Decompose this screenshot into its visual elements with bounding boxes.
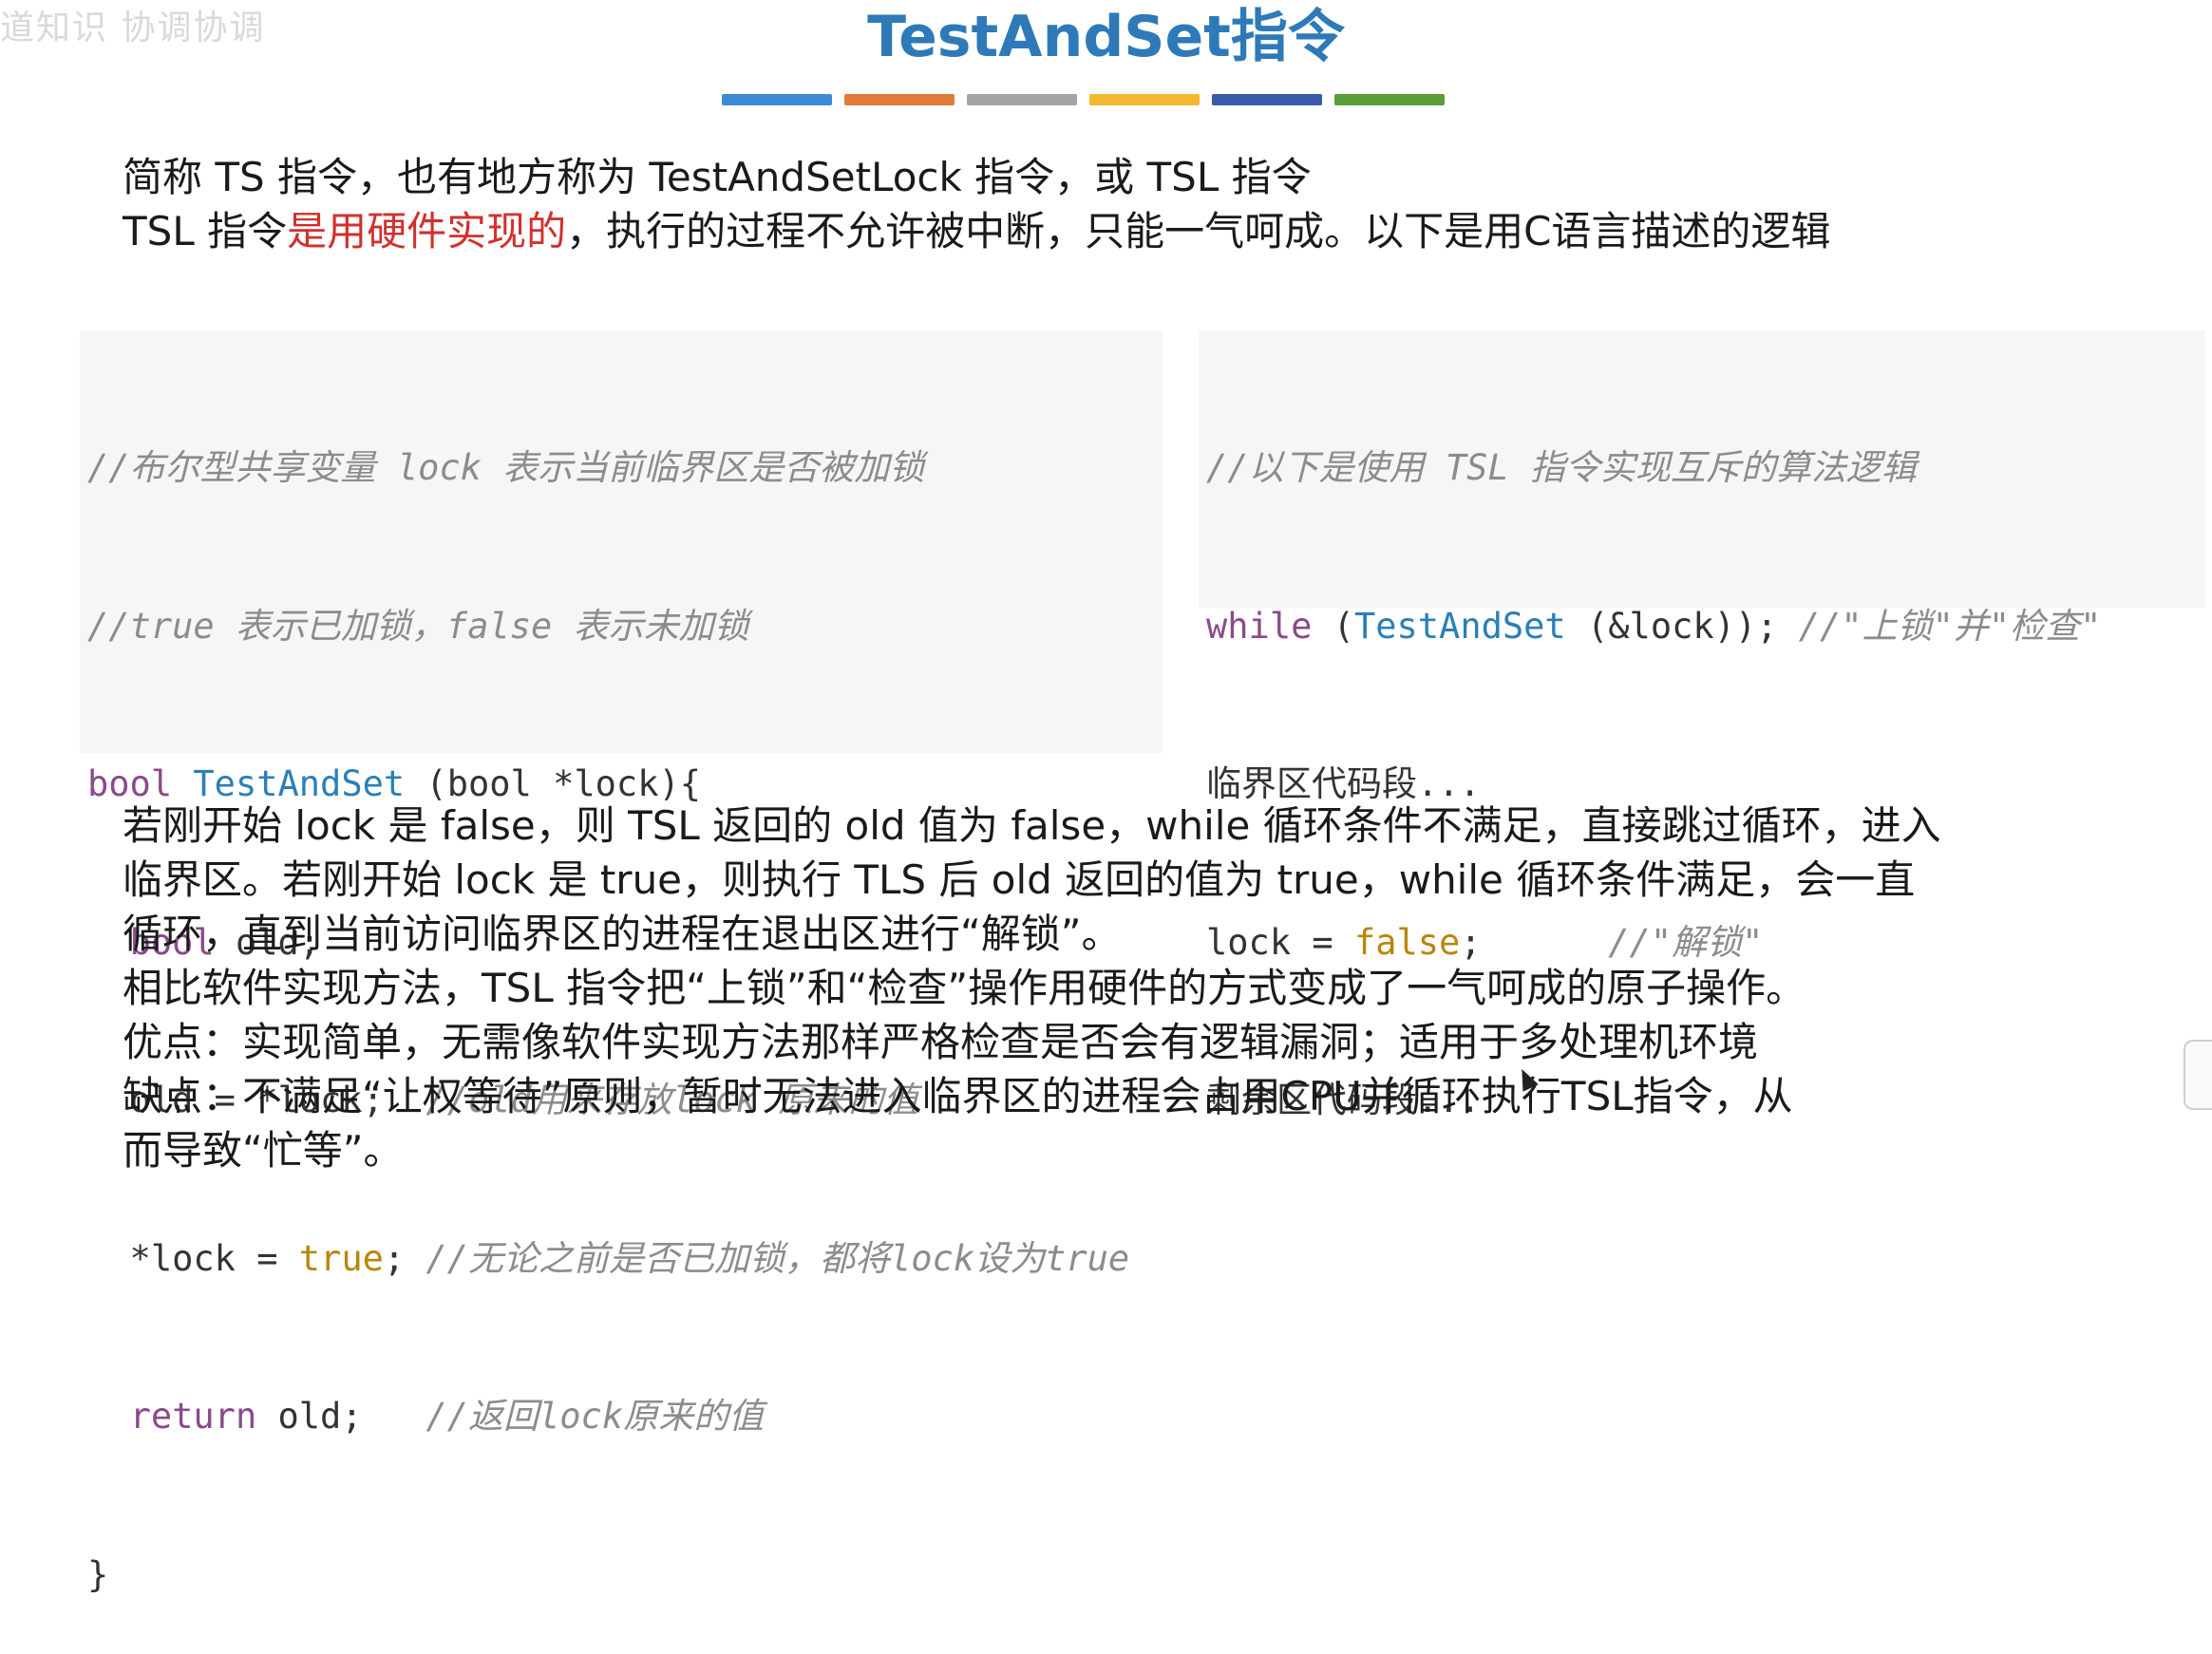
code-line-while: while (TestAndSet (&lock)); //"上锁"并"检查"	[1206, 605, 2102, 647]
code-keyword: while	[1206, 605, 1313, 647]
explain-line: 相比软件实现方法，TSL 指令把“上锁”和“检查”操作用硬件的方式变成了一气呵成…	[123, 965, 1806, 1011]
intro-line-1: 简称 TS 指令，也有地方称为 TestAndSetLock 指令，或 TSL …	[123, 154, 1312, 200]
explanation-text: 若刚开始 lock 是 false，则 TSL 返回的 old 值为 false…	[123, 799, 1941, 1177]
code-literal: true	[298, 1237, 384, 1279]
explain-pros: 优点：实现简单，无需像软件实现方法那样严格检查是否会有逻辑漏洞；适用于多处理机环…	[123, 1019, 1759, 1065]
explain-line: 临界区。若刚开始 lock 是 true，则执行 TLS 后 old 返回的值为…	[123, 856, 1916, 903]
code-text: (&lock));	[1565, 605, 1799, 647]
code-text: *lock =	[87, 1237, 299, 1279]
intro-line-2: TSL 指令是用硬件实现的，执行的过程不允许被中断，只能一气呵成。以下是用C语言…	[123, 204, 1830, 258]
side-panel-tab[interactable]	[2184, 1040, 2212, 1110]
code-comment: //true 表示已加锁，false 表示未加锁	[87, 605, 749, 647]
code-line-close: }	[87, 1553, 109, 1595]
code-block-mutex: //以下是使用 TSL 指令实现互斥的算法逻辑 while (TestAndSe…	[1199, 330, 2205, 1120]
code-text: old;	[256, 1396, 426, 1437]
code-line-return: return old; //返回lock原来的值	[87, 1390, 1163, 1443]
code-comment: //返回lock原来的值	[425, 1396, 765, 1437]
title-color-bar	[722, 94, 1445, 105]
code-comment: //布尔型共享变量 lock 表示当前临界区是否被加锁	[87, 447, 925, 488]
intro-line-2-end: ，执行的过程不允许被中断，只能一气呵成。以下是用C语言描述的逻辑	[566, 208, 1831, 254]
code-comment: //无论之前是否已加锁，都将lock设为true	[425, 1237, 1130, 1279]
explain-line: 若刚开始 lock 是 false，则 TSL 返回的 old 值为 false…	[123, 802, 1941, 849]
code-line-set-lock: *lock = true; //无论之前是否已加锁，都将lock设为true	[87, 1232, 1163, 1286]
color-bar-segment-yellow	[1089, 94, 1200, 105]
code-block-testandset: //布尔型共享变量 lock 表示当前临界区是否被加锁 //true 表示已加锁…	[80, 330, 1163, 1595]
color-bar-segment-gray	[967, 94, 1077, 105]
slide-title: TestAndSet指令	[867, 4, 1345, 70]
code-comment: //以下是使用 TSL 指令实现互斥的算法逻辑	[1206, 447, 1917, 488]
code-keyword: return	[129, 1396, 257, 1437]
explain-line: 循环，直到当前访问临界区的进程在退出区进行“解锁”。	[123, 911, 1122, 957]
code-function-name: TestAndSet	[1353, 605, 1566, 647]
color-bar-segment-navy	[1212, 94, 1322, 105]
color-bar-segment-green	[1334, 94, 1445, 105]
code-text: ;	[383, 1237, 426, 1279]
explain-cons: 缺点：不满足“让权等待”原则，暂时无法进入临界区的进程会占用CPU并循环执行TS…	[123, 1073, 1793, 1119]
color-bar-segment-blue	[722, 94, 832, 105]
explain-line: 而导致“忙等”。	[123, 1127, 404, 1174]
intro-highlight: 是用硬件实现的	[287, 208, 567, 254]
code-comment: //"上锁"并"检查"	[1798, 605, 2102, 647]
color-bar-segment-orange	[844, 94, 955, 105]
intro-line-2-start: TSL 指令	[123, 208, 288, 254]
intro-text: 简称 TS 指令，也有地方称为 TestAndSetLock 指令，或 TSL …	[123, 150, 1830, 258]
